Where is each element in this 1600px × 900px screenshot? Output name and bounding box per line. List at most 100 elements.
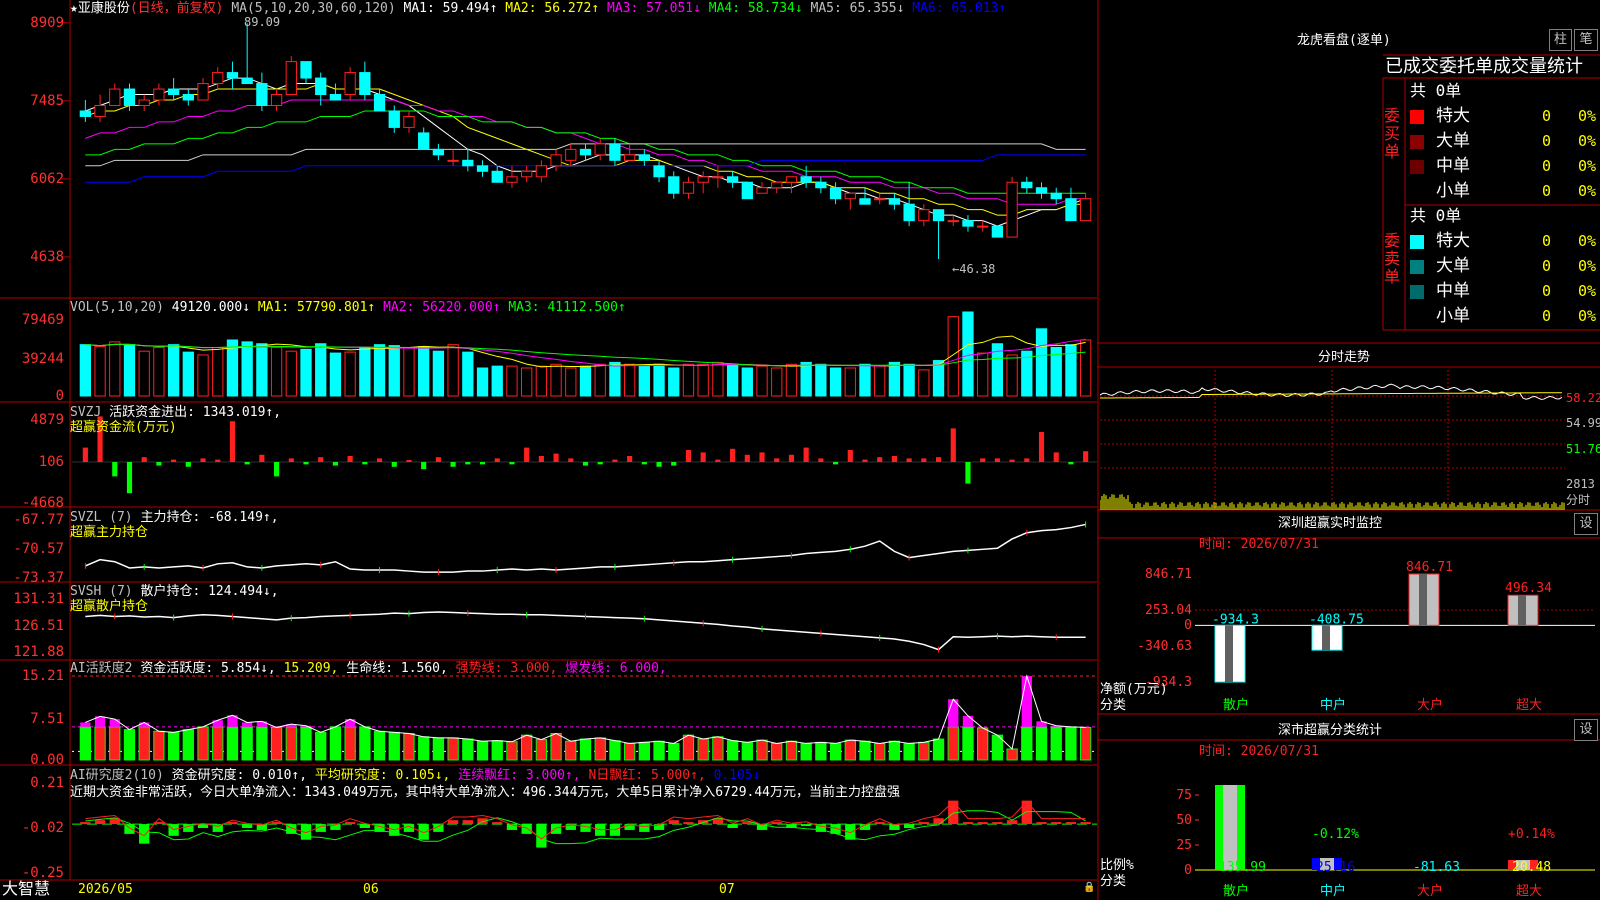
ai2-bar <box>227 822 238 825</box>
candle-body <box>638 154 650 161</box>
volume-bar <box>579 365 592 397</box>
volume-bar <box>565 367 577 397</box>
svzj-bar <box>82 447 88 462</box>
period-label[interactable]: (日线，前复权) <box>130 1 224 16</box>
dragon-row-value: 0 <box>1542 107 1552 125</box>
volume-bar <box>712 361 724 397</box>
candle-body <box>653 165 665 178</box>
candle-body <box>197 83 209 101</box>
legend-swatch <box>1410 310 1424 324</box>
candle-body <box>521 170 533 178</box>
svzj-bar <box>303 462 309 465</box>
lock-icon[interactable]: 🔒 <box>1083 880 1095 895</box>
ai1-bar-top <box>344 719 356 727</box>
ai1-bar <box>888 740 901 761</box>
candle-body <box>1050 192 1062 200</box>
ma1-value: MA1: 59.494↑ <box>403 1 498 16</box>
legend-swatch <box>1410 260 1424 274</box>
svzj-label: 活跃资金进出: 1343.019↑, <box>109 405 282 420</box>
volume-bar <box>947 316 959 397</box>
svzj-bar <box>509 462 515 465</box>
svzj-bar <box>1009 459 1015 462</box>
svzj-bar <box>362 462 368 465</box>
ai1-bar <box>977 727 989 761</box>
axis-label-main: 4638 <box>30 248 64 265</box>
ai1-a: 资金活跃度: 5.854↓, <box>140 661 276 676</box>
axis-label-svzj: 106 <box>38 454 64 470</box>
ai2-bar <box>1006 820 1018 825</box>
intraday-price-high: 58.22 <box>1566 391 1600 405</box>
intraday-price-mid: 54.99 <box>1566 416 1600 430</box>
monitor-chart: -934.3 -408.75 846.71 496.34 <box>1195 560 1595 683</box>
classify-settings-button[interactable]: 设 <box>1574 719 1598 741</box>
volume-bar <box>653 363 665 397</box>
ai2-bar <box>1080 822 1091 825</box>
legend-swatch <box>1410 110 1424 124</box>
vol-name: VOL(5,10,20) <box>70 300 164 315</box>
volume-bar <box>123 344 136 397</box>
ma4-value: MA4: 58.734↓ <box>708 1 803 16</box>
volume-bar <box>1065 344 1077 397</box>
svzj-name: SVZJ <box>70 405 102 420</box>
intraday-price-line <box>1100 383 1563 400</box>
ai1-bar-top <box>80 722 91 727</box>
ai2-header: AI研究度2(10) 资金研究度: 0.010↑, 平均研究度: 0.105↓,… <box>70 768 761 783</box>
ai1-bar <box>94 726 106 761</box>
candle-body <box>550 154 562 167</box>
intraday-chart[interactable] <box>1100 370 1565 510</box>
legend-swatch <box>1410 160 1424 174</box>
svzj-bar <box>200 458 206 462</box>
candle-body <box>1021 181 1033 189</box>
svzj-bar <box>730 448 736 462</box>
volume-bar <box>270 346 283 397</box>
ma2-value: MA2: 56.272↑ <box>505 1 600 16</box>
ai1-bar <box>859 740 871 761</box>
monitor-settings-button[interactable]: 设 <box>1574 513 1598 535</box>
svsh-subtitle: 超赢散户持仓 <box>70 599 149 614</box>
ai1-bar <box>241 726 253 761</box>
ai2-bar <box>918 822 929 825</box>
candle-body <box>535 165 548 178</box>
ai1-bar <box>918 741 930 761</box>
volume-bar <box>682 363 695 397</box>
classify-time: 时间: 2026/07/31 <box>1199 744 1319 759</box>
volume-bar <box>182 351 194 397</box>
ai2-bar <box>492 822 503 825</box>
ai1-bar <box>506 741 518 761</box>
candle-body <box>256 83 268 106</box>
ai1-bar <box>270 726 283 761</box>
volume-bar <box>212 346 224 397</box>
ai2-d: N日飘红: 5.000↑, <box>588 768 706 783</box>
tick-view-button[interactable]: 笔 <box>1574 29 1598 51</box>
dragon-row-percent: 0% <box>1578 282 1597 300</box>
dragon-row-label: 大单 <box>1436 256 1470 276</box>
ai1-bar <box>638 741 650 761</box>
date-label-jul: 07 <box>719 882 735 897</box>
svzj-bar <box>1083 451 1089 462</box>
volume-bar <box>918 369 930 397</box>
candle-body <box>962 220 974 227</box>
ai1-bar <box>785 740 798 761</box>
stock-name: 亚康股份 <box>77 1 130 16</box>
ai1-bar <box>226 726 239 761</box>
dragon-row-percent: 0% <box>1578 107 1597 125</box>
ai2-bar <box>992 822 1003 825</box>
candle-body <box>447 159 459 162</box>
ai2-b: 平均研究度: 0.105↓, <box>314 768 451 783</box>
ai1-bar <box>535 739 548 761</box>
ai1-bar <box>947 726 959 761</box>
intraday-vol-max: 2813 <box>1566 477 1595 491</box>
candle-body <box>241 77 253 85</box>
svzj-bar <box>376 458 383 462</box>
bar-view-button[interactable]: 柱 <box>1549 29 1572 51</box>
ai1-bar-top <box>109 719 120 727</box>
intraday-avg-line <box>1100 392 1563 399</box>
axis-label-svsh: 121.88 <box>13 644 64 660</box>
svzj-bar <box>877 457 883 462</box>
svzl-label: 主力持仓: -68.149↑, <box>140 510 279 525</box>
favorite-star-icon[interactable]: ★ <box>70 1 78 16</box>
ai2-bar <box>962 822 974 825</box>
volume-bar <box>962 311 974 397</box>
svzj-bar <box>244 462 250 465</box>
svzj-bar <box>391 462 397 467</box>
